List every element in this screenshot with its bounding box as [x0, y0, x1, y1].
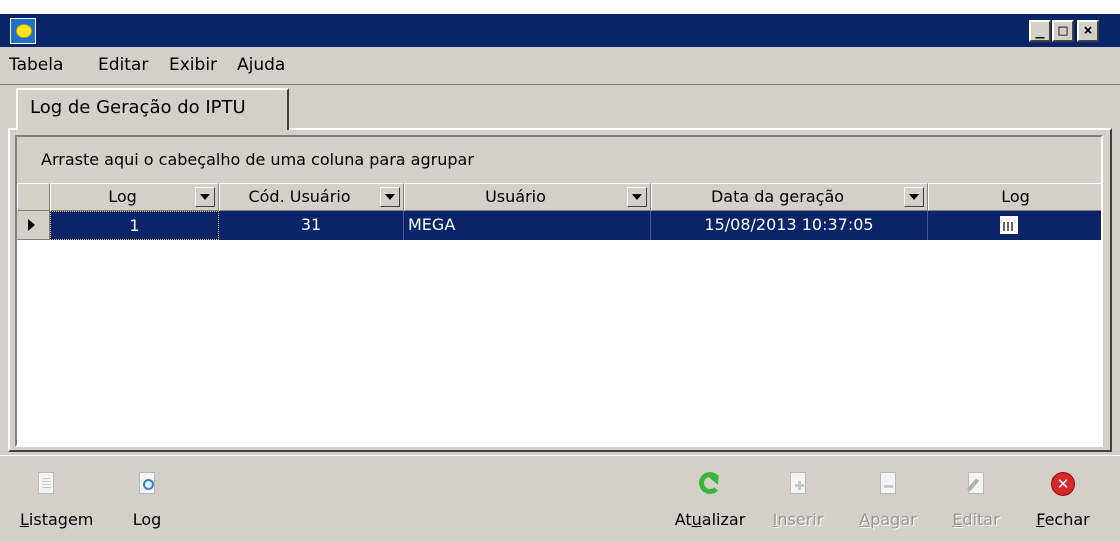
title-bar[interactable]: _ □ ×	[0, 14, 1120, 47]
inserir-button[interactable]: Inserir	[770, 470, 826, 529]
apagar-button[interactable]: Apagar	[856, 470, 920, 529]
document-delete-icon	[875, 470, 901, 498]
document-add-icon	[785, 470, 811, 498]
row-indicator-icon[interactable]	[17, 211, 50, 240]
grid-header: Log Cód. Usuário Usuário Data da geração…	[17, 183, 1101, 211]
listagem-button[interactable]: Listagem	[20, 470, 94, 529]
tab-log-geracao[interactable]: Log de Geração do IPTU	[16, 88, 289, 130]
log-button[interactable]: Log	[129, 470, 165, 529]
group-by-panel[interactable]: Arraste aqui o cabeçalho de uma coluna p…	[17, 137, 1101, 183]
table-row[interactable]: 1 31 MEGA 15/08/2013 10:37:05	[17, 211, 1101, 240]
button-label: Editar	[952, 510, 1000, 529]
column-header-log-file[interactable]: Log	[928, 183, 1101, 211]
column-header-cod-usuario[interactable]: Cód. Usuário	[219, 183, 404, 211]
column-header-data-geracao[interactable]: Data da geração	[651, 183, 928, 211]
menu-editar[interactable]: Editar	[98, 55, 148, 75]
document-icon	[33, 470, 59, 498]
close-window-button[interactable]: ×	[1077, 20, 1099, 42]
top-strip	[0, 0, 1120, 14]
filter-dropdown-icon[interactable]	[380, 187, 400, 207]
maximize-button[interactable]: □	[1052, 20, 1074, 42]
button-label: Apagar	[859, 510, 917, 529]
cell-log-file[interactable]	[928, 211, 1101, 240]
column-header-label: Log	[1001, 187, 1030, 206]
cell-data-geracao[interactable]: 15/08/2013 10:37:05	[651, 211, 928, 240]
button-label: Inserir	[772, 510, 824, 529]
menu-ajuda[interactable]: Ajuda	[237, 55, 285, 75]
close-icon: ✕	[1050, 470, 1076, 498]
grid-document-icon[interactable]	[1000, 216, 1018, 234]
filter-dropdown-icon[interactable]	[627, 187, 647, 207]
column-header-usuario[interactable]: Usuário	[404, 183, 651, 211]
header-indicator	[17, 183, 50, 211]
column-header-label: Usuário	[485, 187, 546, 206]
button-label: Listagem	[20, 510, 94, 529]
document-edit-icon	[963, 470, 989, 498]
bottom-toolbar: Listagem Log Atualizar Inserir Apagar Ed…	[0, 455, 1120, 542]
atualizar-button[interactable]: Atualizar	[670, 470, 750, 529]
app-icon[interactable]	[10, 18, 36, 44]
column-header-label: Data da geração	[710, 187, 845, 206]
editar-button[interactable]: Editar	[950, 470, 1002, 529]
filter-dropdown-icon[interactable]	[904, 187, 924, 207]
cell-log[interactable]: 1	[50, 211, 219, 240]
cell-cod-usuario[interactable]: 31	[219, 211, 404, 240]
menu-exibir[interactable]: Exibir	[169, 55, 217, 75]
fechar-button[interactable]: ✕ Fechar	[1034, 470, 1092, 529]
log-grid[interactable]: Arraste aqui o cabeçalho de uma coluna p…	[15, 135, 1103, 447]
document-search-icon	[134, 470, 160, 498]
minimize-button[interactable]: _	[1029, 20, 1051, 42]
menu-bar: Tabela Editar Exibir Ajuda	[0, 47, 1120, 85]
menu-tabela[interactable]: Tabela	[9, 55, 63, 75]
button-label: Atualizar	[674, 510, 746, 529]
filter-dropdown-icon[interactable]	[195, 187, 215, 207]
cell-usuario[interactable]: MEGA	[404, 211, 651, 240]
column-header-label: Log	[108, 187, 137, 206]
refresh-icon	[697, 470, 723, 498]
button-label: Log	[132, 510, 162, 529]
button-label: Fechar	[1036, 510, 1090, 529]
column-header-label: Cód. Usuário	[248, 187, 351, 206]
column-header-log[interactable]: Log	[50, 183, 219, 211]
